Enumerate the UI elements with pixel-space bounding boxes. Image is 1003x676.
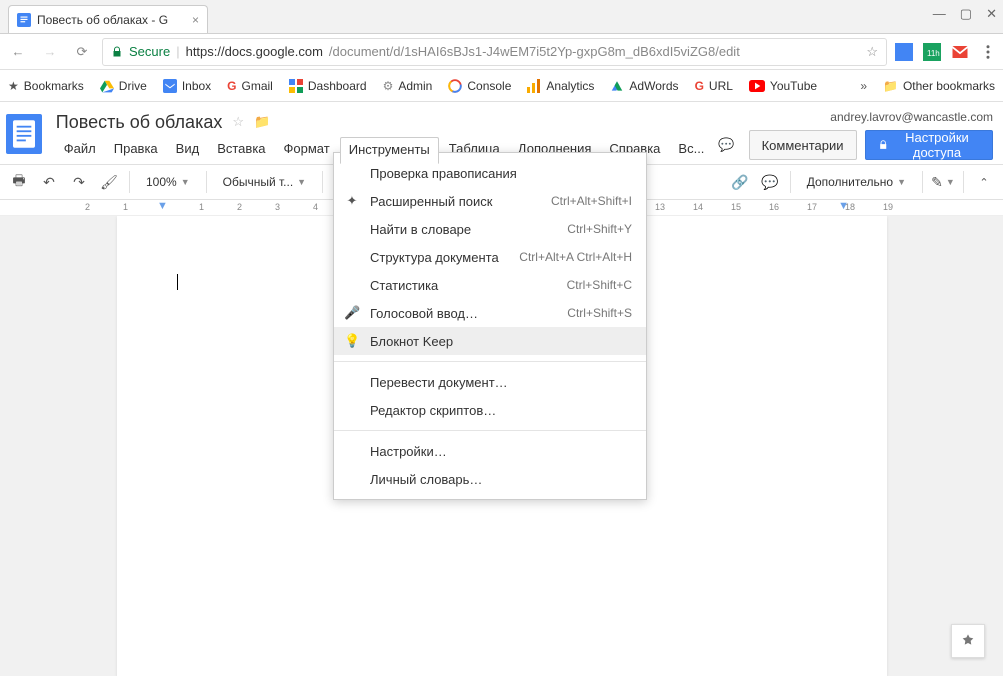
redo-icon[interactable]: ↷ [66, 169, 92, 195]
bookmark-bookmarks[interactable]: ★Bookmarks [8, 79, 84, 93]
url-host: https://docs.google.com [186, 44, 323, 59]
bookmark-console[interactable]: Console [448, 79, 511, 93]
text-cursor [177, 274, 178, 290]
browser-titlebar: Повесть об облаках - G × — ▢ ✕ [0, 0, 1003, 34]
editing-mode-icon[interactable]: ✎▼ [930, 169, 956, 195]
url-path: /document/d/1sHAI6sBJs1-J4wEM7i5t2Yp-gxp… [329, 44, 740, 59]
minimize-button[interactable]: — [933, 6, 946, 22]
mic-icon: 🎤 [344, 305, 360, 321]
comment-icon[interactable]: 💬 [712, 137, 740, 153]
menu-инструменты[interactable]: Инструменты [340, 137, 439, 164]
user-email[interactable]: andrey.lavrov@wancastle.com [712, 110, 993, 124]
comments-button[interactable]: Комментарии [749, 130, 857, 160]
svg-text:11h: 11h [927, 49, 940, 58]
insert-comment-icon[interactable]: 💬 [757, 169, 783, 195]
undo-icon[interactable]: ↶ [36, 169, 62, 195]
ext-menu-icon[interactable] [979, 43, 997, 61]
indent-marker-left-icon[interactable]: ▼ [157, 200, 168, 212]
bulb-icon: 💡 [344, 333, 360, 349]
print-icon[interactable]: 🖶 [6, 169, 32, 195]
paint-format-icon[interactable]: 🖌 [96, 169, 122, 195]
address-bar: ← → ⟳ Secure | https://docs.google.com/d… [0, 34, 1003, 70]
menu-вставка[interactable]: Вставка [209, 137, 273, 164]
close-tab-icon[interactable]: × [192, 13, 199, 27]
explore-icon: ✦ [344, 193, 360, 209]
tools-dropdown: Проверка правописания✦Расширенный поискC… [333, 152, 647, 500]
ext-icon-2[interactable]: 11h [923, 43, 941, 61]
omnibox[interactable]: Secure | https://docs.google.com/documen… [102, 38, 887, 66]
bookmarks-bar: ★Bookmarks Drive Inbox GGmail Dashboard … [0, 70, 1003, 102]
menu-правка[interactable]: Правка [106, 137, 166, 164]
docs-logo[interactable] [6, 114, 42, 154]
bookmark-adwords[interactable]: AdWords [610, 79, 678, 93]
zoom-dropdown[interactable]: 100%▼ [137, 169, 199, 195]
docs-app: Повесть об облаках ☆ 📁 ФайлПравкаВидВста… [0, 102, 1003, 676]
bookmark-url[interactable]: GURL [695, 79, 733, 93]
menu-вс...[interactable]: Вс... [670, 137, 712, 164]
menu-item-статистика[interactable]: СтатистикаCtrl+Shift+C [334, 271, 646, 299]
forward-button[interactable]: → [38, 40, 62, 64]
style-dropdown[interactable]: Обычный т...▼ [214, 169, 315, 195]
back-button[interactable]: ← [6, 40, 30, 64]
menu-item-редактор-скриптов-[interactable]: Редактор скриптов… [334, 396, 646, 424]
menu-item-блокнот-keep[interactable]: 💡Блокнот Keep [334, 327, 646, 355]
ext-gmail-icon[interactable] [951, 43, 969, 61]
menu-item-расширенный-поиск[interactable]: ✦Расширенный поискCtrl+Alt+Shift+I [334, 187, 646, 215]
ext-icon-1[interactable] [895, 43, 913, 61]
menu-вид[interactable]: Вид [168, 137, 208, 164]
bookmark-youtube[interactable]: YouTube [749, 79, 817, 93]
extension-icons: 11h [895, 43, 997, 61]
reload-button[interactable]: ⟳ [70, 40, 94, 64]
menu-item-личный-словарь-[interactable]: Личный словарь… [334, 465, 646, 493]
menu-файл[interactable]: Файл [56, 137, 104, 164]
menu-item-настройки-[interactable]: Настройки… [334, 437, 646, 465]
other-bookmarks[interactable]: 📁Other bookmarks [883, 79, 995, 93]
close-window-button[interactable]: ✕ [986, 6, 997, 22]
maximize-button[interactable]: ▢ [960, 6, 972, 22]
bookmark-dashboard[interactable]: Dashboard [289, 79, 367, 93]
insert-link-icon[interactable]: 🔗 [727, 169, 753, 195]
bookmark-gmail[interactable]: GGmail [227, 79, 273, 93]
bookmark-analytics[interactable]: Analytics [527, 79, 594, 93]
menu-item-перевести-документ-[interactable]: Перевести документ… [334, 368, 646, 396]
more-dropdown[interactable]: Дополнительно▼ [798, 169, 915, 195]
browser-tab[interactable]: Повесть об облаках - G × [8, 5, 208, 33]
bookmark-inbox[interactable]: Inbox [163, 79, 211, 93]
docs-favicon [17, 13, 31, 27]
tab-title: Повесть об облаках - G [37, 13, 186, 27]
bookmark-drive[interactable]: Drive [100, 79, 147, 93]
menu-item-найти-в-словаре[interactable]: Найти в словареCtrl+Shift+Y [334, 215, 646, 243]
star-doc-icon[interactable]: ☆ [232, 114, 244, 130]
collapse-toolbar-icon[interactable]: ⌃ [971, 169, 997, 195]
bookmark-admin[interactable]: ⚙Admin [383, 79, 433, 93]
menu-item-голосовой-ввод-[interactable]: 🎤Голосовой ввод…Ctrl+Shift+S [334, 299, 646, 327]
explore-fab[interactable] [951, 624, 985, 658]
menu-формат[interactable]: Формат [276, 137, 338, 164]
lock-icon [111, 46, 123, 58]
doc-title[interactable]: Повесть об облаках [56, 112, 223, 133]
share-button[interactable]: Настройки доступа [865, 130, 994, 160]
star-icon[interactable]: ☆ [866, 44, 878, 60]
secure-label: Secure [129, 44, 170, 59]
move-folder-icon[interactable]: 📁 [254, 114, 270, 130]
window-controls: — ▢ ✕ [933, 6, 997, 22]
bookmarks-overflow-icon[interactable]: » [860, 79, 867, 93]
menu-item-структура-документа[interactable]: Структура документаCtrl+Alt+A Ctrl+Alt+H [334, 243, 646, 271]
